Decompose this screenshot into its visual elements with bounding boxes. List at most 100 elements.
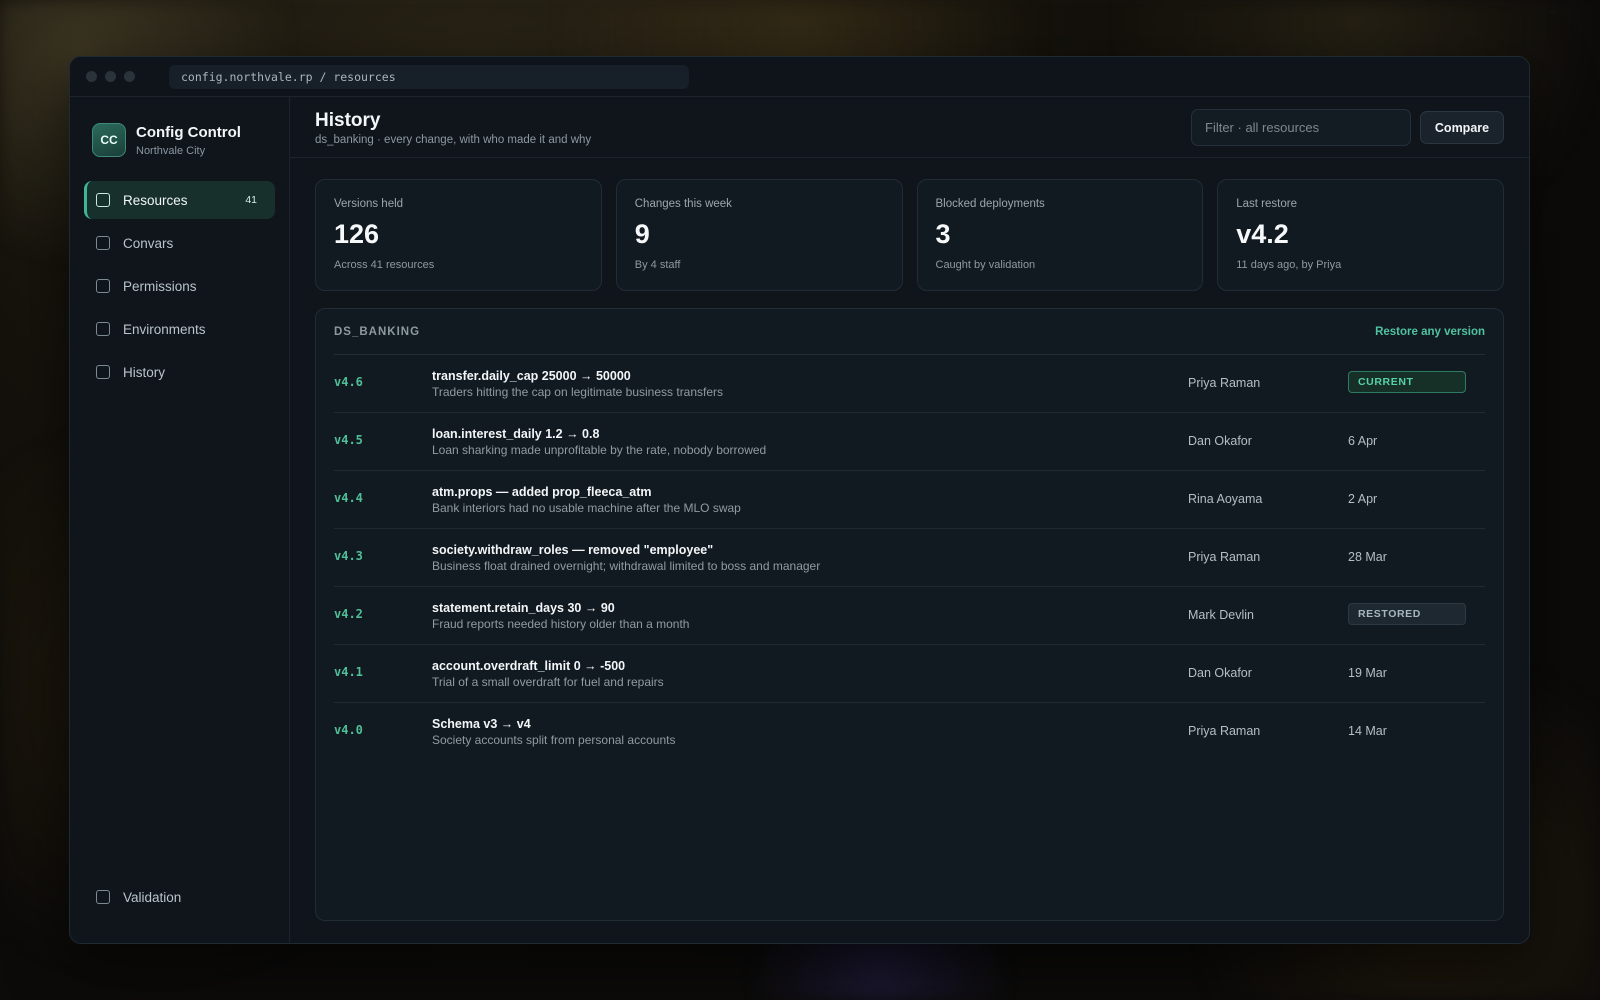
history-row[interactable]: v4.6 transfer.daily_cap 25000 → 50000 Tr… bbox=[334, 355, 1485, 413]
history-row[interactable]: v4.3 society.withdraw_roles — removed "e… bbox=[334, 529, 1485, 587]
change-date: 28 Mar bbox=[1348, 550, 1387, 564]
change-title: society.withdraw_roles — removed "employ… bbox=[432, 543, 714, 557]
change-date: 6 Apr bbox=[1348, 434, 1378, 448]
sidebar-item-label: Validation bbox=[123, 889, 182, 905]
page-subtitle: ds_banking · every change, with who made… bbox=[315, 134, 592, 146]
stat-card-versions: Versions held 126 Across 41 resources bbox=[315, 179, 602, 291]
stat-label: Changes this week bbox=[634, 198, 732, 210]
history-row[interactable]: v4.1 account.overdraft_limit 0 → -500 Tr… bbox=[334, 645, 1485, 703]
change-author: Mark Devlin bbox=[1188, 608, 1254, 622]
change-description: Business float drained overnight; withdr… bbox=[432, 559, 821, 573]
brand-title: Config Control bbox=[136, 123, 241, 141]
sidebar-item-convars[interactable]: Convars bbox=[84, 224, 275, 262]
stat-note: Across 41 resources bbox=[334, 259, 435, 271]
stat-value: 3 bbox=[935, 219, 951, 249]
window-titlebar: config.northvale.rp / resources bbox=[70, 57, 1529, 97]
status-badge-current: CURRENT bbox=[1348, 371, 1466, 393]
window-close-dot[interactable] bbox=[86, 71, 97, 82]
sidebar-item-validation[interactable]: Validation bbox=[84, 878, 275, 916]
version-label: v4.1 bbox=[334, 665, 363, 679]
sidebar-item-label: Environments bbox=[123, 321, 206, 337]
stat-card-last-restore: Last restore v4.2 11 days ago, by Priya bbox=[1217, 179, 1504, 291]
compare-button[interactable]: Compare bbox=[1420, 111, 1504, 144]
history-row[interactable]: v4.2 statement.retain_days 30 → 90 Fraud… bbox=[334, 587, 1485, 645]
sidebar-item-label: Resources bbox=[123, 192, 188, 208]
checkbox-icon bbox=[96, 279, 110, 293]
change-date: 19 Mar bbox=[1348, 666, 1387, 680]
change-title: transfer.daily_cap 25000 → 50000 bbox=[432, 369, 631, 383]
change-date: 14 Mar bbox=[1348, 724, 1387, 738]
history-row[interactable]: v4.0 Schema v3 → v4 Society accounts spl… bbox=[334, 703, 1485, 761]
checkbox-icon bbox=[96, 322, 110, 336]
stat-note: By 4 staff bbox=[634, 259, 681, 271]
filter-input[interactable] bbox=[1191, 109, 1411, 146]
change-description: Traders hitting the cap on legitimate bu… bbox=[432, 385, 724, 399]
panel-title: DS_BANKING bbox=[334, 325, 421, 338]
panel-header: DS_BANKING Restore any version bbox=[334, 309, 1485, 355]
app-window: config.northvale.rp / resources CC Confi… bbox=[69, 56, 1530, 944]
change-author: Rina Aoyama bbox=[1188, 492, 1263, 506]
brand-logo: CC bbox=[92, 123, 126, 157]
version-label: v4.5 bbox=[334, 433, 363, 447]
version-label: v4.4 bbox=[334, 491, 363, 505]
stat-value: 9 bbox=[634, 219, 650, 249]
change-description: Bank interiors had no usable machine aft… bbox=[432, 501, 741, 515]
history-row[interactable]: v4.4 atm.props — added prop_fleeca_atm B… bbox=[334, 471, 1485, 529]
brand: CC Config Control Northvale City bbox=[70, 97, 289, 157]
sidebar-nav: Resources 41 Convars Permissions Environ… bbox=[70, 181, 289, 391]
window-maximize-dot[interactable] bbox=[124, 71, 135, 82]
stat-card-blocked: Blocked deployments 3 Caught by validati… bbox=[916, 179, 1204, 291]
checkbox-icon bbox=[96, 365, 110, 379]
change-author: Priya Raman bbox=[1188, 550, 1261, 564]
main-content: History ds_banking · every change, with … bbox=[290, 97, 1529, 943]
restore-any-version-link[interactable]: Restore any version bbox=[1375, 326, 1485, 338]
version-label: v4.6 bbox=[334, 375, 363, 389]
history-row[interactable]: v4.5 loan.interest_daily 1.2 → 0.8 Loan … bbox=[334, 413, 1485, 471]
change-description: Loan sharking made unprofitable by the r… bbox=[432, 443, 767, 457]
change-author: Dan Okafor bbox=[1188, 666, 1252, 680]
stat-note: 11 days ago, by Priya bbox=[1236, 259, 1342, 271]
sidebar-item-count: 41 bbox=[245, 194, 257, 206]
checkbox-icon bbox=[96, 236, 110, 250]
sidebar-item-environments[interactable]: Environments bbox=[84, 310, 275, 348]
version-label: v4.3 bbox=[334, 549, 363, 563]
change-title: loan.interest_daily 1.2 → 0.8 bbox=[432, 427, 600, 441]
change-description: Society accounts split from personal acc… bbox=[432, 733, 676, 747]
change-title: statement.retain_days 30 → 90 bbox=[432, 601, 615, 615]
status-badge-restored: RESTORED bbox=[1348, 603, 1466, 625]
change-title: atm.props — added prop_fleeca_atm bbox=[432, 485, 652, 499]
stat-value: v4.2 bbox=[1236, 219, 1289, 249]
change-author: Priya Raman bbox=[1188, 724, 1261, 738]
sidebar: CC Config Control Northvale City Resourc… bbox=[70, 97, 290, 943]
address-text: config.northvale.rp / resources bbox=[181, 69, 396, 84]
stat-label: Blocked deployments bbox=[935, 198, 1045, 210]
stats-row: Versions held 126 Across 41 resources Ch… bbox=[315, 179, 1504, 291]
history-panel: DS_BANKING Restore any version v4.6 tran… bbox=[315, 308, 1504, 921]
address-bar[interactable]: config.northvale.rp / resources bbox=[169, 64, 689, 89]
stat-card-changes: Changes this week 9 By 4 staff bbox=[615, 179, 903, 291]
sidebar-item-label: History bbox=[123, 364, 166, 380]
stat-value: 126 bbox=[334, 219, 380, 249]
version-label: v4.2 bbox=[334, 607, 363, 621]
change-title: account.overdraft_limit 0 → -500 bbox=[432, 659, 626, 673]
sidebar-item-resources[interactable]: Resources 41 bbox=[84, 181, 275, 219]
stat-label: Versions held bbox=[334, 198, 404, 210]
version-label: v4.0 bbox=[334, 723, 363, 737]
change-author: Dan Okafor bbox=[1188, 434, 1252, 448]
checkbox-icon bbox=[96, 890, 110, 904]
checkbox-icon bbox=[96, 193, 110, 207]
page-title: History bbox=[315, 110, 381, 131]
sidebar-item-permissions[interactable]: Permissions bbox=[84, 267, 275, 305]
sidebar-item-label: Convars bbox=[123, 235, 174, 251]
stat-label: Last restore bbox=[1236, 198, 1297, 210]
stat-note: Caught by validation bbox=[935, 259, 1036, 271]
change-author: Priya Raman bbox=[1188, 376, 1261, 390]
change-title: Schema v3 → v4 bbox=[432, 717, 531, 731]
sidebar-item-label: Permissions bbox=[123, 278, 197, 294]
window-minimize-dot[interactable] bbox=[105, 71, 116, 82]
brand-subtitle: Northvale City bbox=[136, 144, 206, 157]
change-date: 2 Apr bbox=[1348, 492, 1378, 506]
sidebar-item-history[interactable]: History bbox=[84, 353, 275, 391]
page-header: History ds_banking · every change, with … bbox=[290, 97, 1529, 158]
change-description: Trial of a small overdraft for fuel and … bbox=[432, 675, 664, 689]
